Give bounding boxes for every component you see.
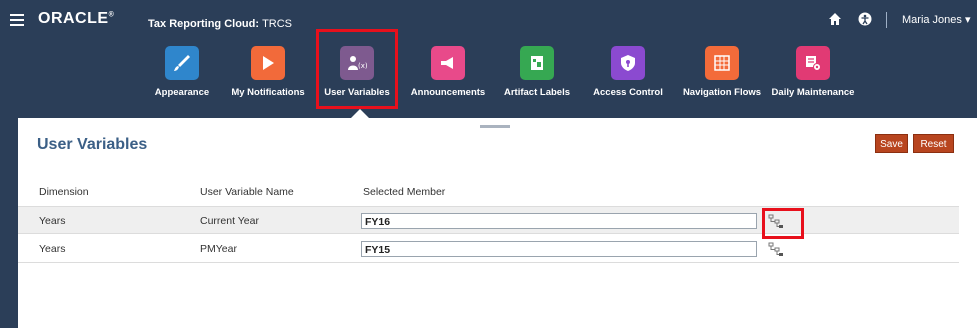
selected-member-input[interactable]: FY15 xyxy=(361,241,757,257)
nav-label: Daily Maintenance xyxy=(771,87,855,98)
flow-grid-icon xyxy=(705,46,739,80)
nav-label: My Notifications xyxy=(231,87,305,98)
selected-tile-caret xyxy=(351,109,369,118)
app-subtitle: TRCS xyxy=(262,18,293,30)
app-title: Tax Reporting Cloud: TRCS xyxy=(148,18,293,30)
nav-tile-my-notifications[interactable]: My Notifications xyxy=(220,46,316,98)
column-header-variable-name: User Variable Name xyxy=(200,186,294,198)
panel-grip-handle[interactable] xyxy=(480,125,510,128)
label-icon xyxy=(520,46,554,80)
nav-tile-navigation-flows[interactable]: Navigation Flows xyxy=(674,46,770,98)
page-title: User Variables xyxy=(37,136,148,153)
cell-dimension: Years xyxy=(39,215,66,227)
accessibility-icon[interactable] xyxy=(858,12,872,26)
cell-variable-name: PMYear xyxy=(200,243,237,255)
cell-dimension: Years xyxy=(39,243,66,255)
navigation-strip: Appearance My Notifications (x) User Var… xyxy=(0,46,977,116)
paintbrush-icon xyxy=(165,46,199,80)
cell-variable-name: Current Year xyxy=(200,215,259,227)
notification-play-icon xyxy=(251,46,285,80)
column-header-dimension: Dimension xyxy=(39,186,89,198)
nav-tile-daily-maintenance[interactable]: Daily Maintenance xyxy=(765,46,861,98)
app-window: ORACLE® Tax Reporting Cloud: TRCS Maria … xyxy=(0,0,977,328)
reset-button[interactable]: Reset xyxy=(913,134,954,153)
member-selector-icon[interactable] xyxy=(767,241,785,257)
oracle-logo: ORACLE® xyxy=(38,10,115,27)
table-row: Years Current Year FY16 xyxy=(18,206,959,234)
save-button[interactable]: Save xyxy=(875,134,908,153)
menu-icon[interactable] xyxy=(10,14,24,26)
nav-label: Appearance xyxy=(154,87,210,98)
selected-member-input[interactable]: FY16 xyxy=(361,213,757,229)
nav-tile-artifact-labels[interactable]: Artifact Labels xyxy=(489,46,585,98)
megaphone-icon xyxy=(431,46,465,80)
nav-label: Navigation Flows xyxy=(682,87,762,98)
content-panel: User Variables Save Reset Dimension User… xyxy=(18,118,977,328)
nav-label: Announcements xyxy=(410,87,486,98)
nav-tile-announcements[interactable]: Announcements xyxy=(400,46,496,98)
chevron-down-icon: ▾ xyxy=(964,14,971,26)
nav-tile-appearance[interactable]: Appearance xyxy=(134,46,230,98)
top-bar: ORACLE® Tax Reporting Cloud: TRCS Maria … xyxy=(0,0,977,46)
shield-icon xyxy=(611,46,645,80)
table-row: Years PMYear FY15 xyxy=(18,235,959,263)
maintenance-gear-icon xyxy=(796,46,830,80)
header-divider xyxy=(886,12,887,28)
member-selector-highlight xyxy=(762,208,804,239)
nav-label: Access Control xyxy=(593,87,663,98)
nav-tile-access-control[interactable]: Access Control xyxy=(580,46,676,98)
nav-label: Artifact Labels xyxy=(504,87,570,98)
home-icon[interactable] xyxy=(828,12,842,26)
user-menu[interactable]: Maria Jones ▾ xyxy=(902,13,971,26)
selected-tile-highlight xyxy=(316,29,398,109)
column-header-selected-member: Selected Member xyxy=(363,186,446,198)
